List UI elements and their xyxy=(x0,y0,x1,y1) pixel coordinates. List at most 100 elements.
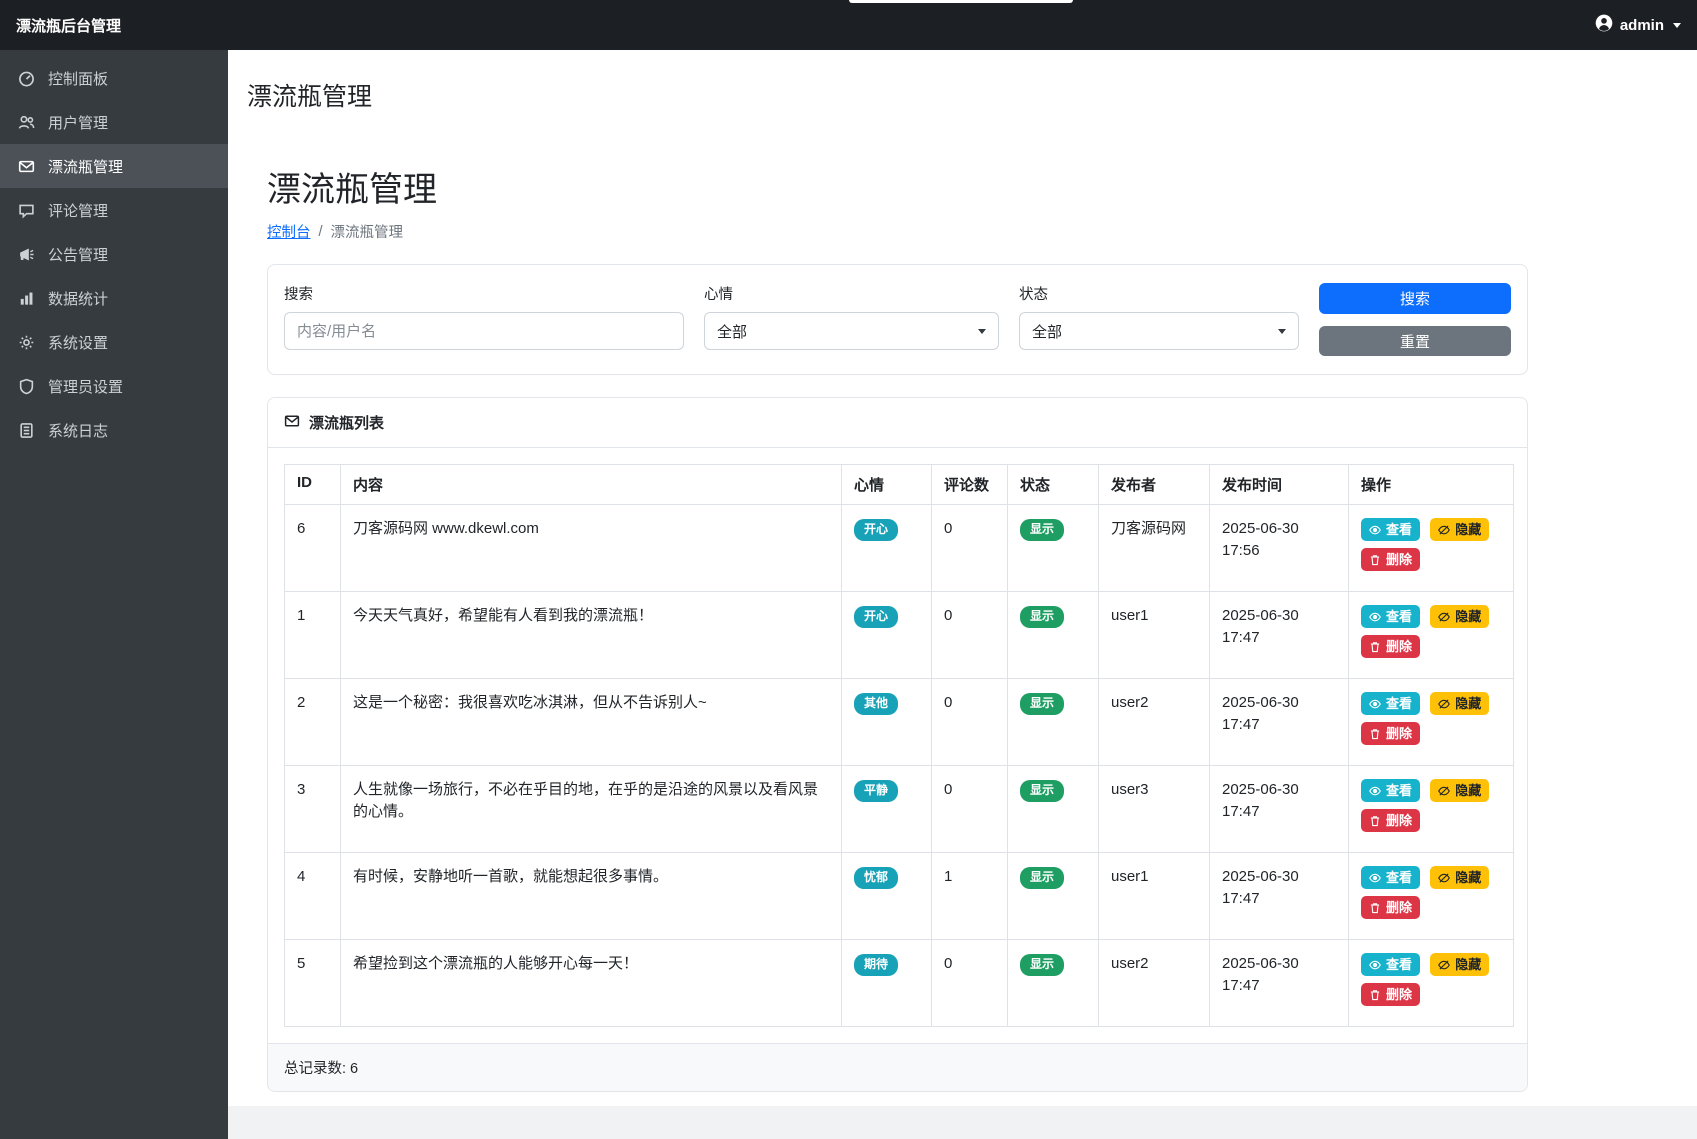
chevron-down-icon xyxy=(1673,23,1681,28)
col-comments: 评论数 xyxy=(932,465,1008,505)
status-badge: 显示 xyxy=(1020,780,1064,802)
sidebar-item-comments[interactable]: 评论管理 xyxy=(0,188,228,232)
status-badge: 显示 xyxy=(1020,606,1064,628)
sidebar-item-bottles[interactable]: 漂流瓶管理 xyxy=(0,144,228,188)
mood-badge: 开心 xyxy=(854,606,898,628)
breadcrumb-current: 漂流瓶管理 xyxy=(331,221,404,242)
app-brand: 漂流瓶后台管理 xyxy=(16,15,121,36)
delete-button[interactable]: 删除 xyxy=(1361,809,1420,832)
hide-button[interactable]: 隐藏 xyxy=(1430,518,1489,541)
gear-icon xyxy=(18,334,35,351)
search-button[interactable]: 搜索 xyxy=(1319,283,1511,314)
mood-badge: 期待 xyxy=(854,954,898,976)
cell-mood: 平静 xyxy=(842,766,932,853)
sidebar-item-label: 评论管理 xyxy=(48,200,108,221)
sidebar-item-announcements[interactable]: 公告管理 xyxy=(0,232,228,276)
cell-actions: 查看 隐藏 删除 xyxy=(1349,853,1514,940)
cell-comments: 0 xyxy=(932,505,1008,592)
delete-button[interactable]: 删除 xyxy=(1361,722,1420,745)
status-badge: 显示 xyxy=(1020,519,1064,541)
delete-button[interactable]: 删除 xyxy=(1361,983,1420,1006)
section-title: 漂流瓶管理 xyxy=(247,77,372,113)
card-title: 漂流瓶列表 xyxy=(309,412,384,433)
breadcrumb-home-link[interactable]: 控制台 xyxy=(267,221,311,242)
user-menu[interactable]: admin xyxy=(1595,14,1681,36)
status-select[interactable]: 全部 xyxy=(1019,312,1299,350)
main-header: 漂流瓶管理 xyxy=(228,50,1697,140)
mood-select[interactable]: 全部 xyxy=(704,312,999,350)
hide-button[interactable]: 隐藏 xyxy=(1430,605,1489,628)
sidebar-item-logs[interactable]: 系统日志 xyxy=(0,408,228,452)
cell-comments: 0 xyxy=(932,592,1008,679)
sidebar-item-admins[interactable]: 管理员设置 xyxy=(0,364,228,408)
cell-comments: 0 xyxy=(932,940,1008,1027)
col-mood: 心情 xyxy=(842,465,932,505)
sidebar-item-label: 数据统计 xyxy=(48,288,108,309)
view-button[interactable]: 查看 xyxy=(1361,866,1420,889)
cell-publisher: user2 xyxy=(1099,940,1210,1027)
table-row: 1 今天天气真好，希望能有人看到我的漂流瓶！ 开心 0 显示 user1 202… xyxy=(285,592,1514,679)
table-header-row: ID 内容 心情 评论数 状态 发布者 发布时间 操作 xyxy=(285,465,1514,505)
cell-mood: 开心 xyxy=(842,505,932,592)
cell-content: 人生就像一场旅行，不必在乎目的地，在乎的是沿途的风景以及看风景的心情。 xyxy=(341,766,842,853)
cell-content: 这是一个秘密：我很喜欢吃冰淇淋，但从不告诉别人~ xyxy=(341,679,842,766)
reset-button[interactable]: 重置 xyxy=(1319,326,1511,356)
delete-button[interactable]: 删除 xyxy=(1361,548,1420,571)
view-button[interactable]: 查看 xyxy=(1361,605,1420,628)
page-content: 漂流瓶管理 控制台 / 漂流瓶管理 搜索 心情 全部 xyxy=(228,140,1697,1106)
megaphone-icon xyxy=(18,246,35,263)
sidebar-item-settings[interactable]: 系统设置 xyxy=(0,320,228,364)
sidebar-item-label: 公告管理 xyxy=(48,244,108,265)
cell-actions: 查看 隐藏 删除 xyxy=(1349,940,1514,1027)
cell-mood: 开心 xyxy=(842,592,932,679)
col-status: 状态 xyxy=(1008,465,1099,505)
sidebar-item-statistics[interactable]: 数据统计 xyxy=(0,276,228,320)
card-header: 漂流瓶列表 xyxy=(268,398,1527,448)
sidebar-item-dashboard[interactable]: 控制面板 xyxy=(0,56,228,100)
view-button[interactable]: 查看 xyxy=(1361,953,1420,976)
journal-icon xyxy=(18,422,35,439)
cell-content: 刀客源码网 www.dkewl.com xyxy=(341,505,842,592)
table-row: 6 刀客源码网 www.dkewl.com 开心 0 显示 刀客源码网 2025… xyxy=(285,505,1514,592)
view-button[interactable]: 查看 xyxy=(1361,692,1420,715)
cell-time: 2025-06-30 17:47 xyxy=(1210,679,1349,766)
delete-button[interactable]: 删除 xyxy=(1361,635,1420,658)
mood-select-value: 全部 xyxy=(717,321,747,342)
cell-content: 今天天气真好，希望能有人看到我的漂流瓶！ xyxy=(341,592,842,679)
status-badge: 显示 xyxy=(1020,954,1064,976)
mood-badge: 开心 xyxy=(854,519,898,541)
search-input[interactable] xyxy=(284,312,684,350)
cell-status: 显示 xyxy=(1008,679,1099,766)
sidebar-item-label: 用户管理 xyxy=(48,112,108,133)
cell-status: 显示 xyxy=(1008,505,1099,592)
view-button[interactable]: 查看 xyxy=(1361,779,1420,802)
mood-badge: 平静 xyxy=(854,780,898,802)
cell-actions: 查看 隐藏 删除 xyxy=(1349,505,1514,592)
cell-comments: 1 xyxy=(932,853,1008,940)
status-badge: 显示 xyxy=(1020,867,1064,889)
envelope-icon xyxy=(284,413,300,433)
mood-label: 心情 xyxy=(704,283,999,304)
status-badge: 显示 xyxy=(1020,693,1064,715)
col-id: ID xyxy=(285,465,341,505)
hide-button[interactable]: 隐藏 xyxy=(1430,692,1489,715)
hide-button[interactable]: 隐藏 xyxy=(1430,779,1489,802)
col-actions: 操作 xyxy=(1349,465,1514,505)
hide-button[interactable]: 隐藏 xyxy=(1430,866,1489,889)
record-count: 总记录数: 6 xyxy=(268,1043,1527,1091)
delete-button[interactable]: 删除 xyxy=(1361,896,1420,919)
breadcrumb-separator: / xyxy=(319,224,323,240)
col-content: 内容 xyxy=(341,465,842,505)
cell-time: 2025-06-30 17:47 xyxy=(1210,853,1349,940)
cell-status: 显示 xyxy=(1008,592,1099,679)
username: admin xyxy=(1620,17,1664,34)
window-drag-indicator xyxy=(849,0,1073,3)
cell-actions: 查看 隐藏 删除 xyxy=(1349,679,1514,766)
keyword-label: 搜索 xyxy=(284,283,684,304)
bottle-table: ID 内容 心情 评论数 状态 发布者 发布时间 操作 xyxy=(284,464,1514,1027)
status-label: 状态 xyxy=(1019,283,1299,304)
view-button[interactable]: 查看 xyxy=(1361,518,1420,541)
cell-mood: 忧郁 xyxy=(842,853,932,940)
sidebar-item-users[interactable]: 用户管理 xyxy=(0,100,228,144)
hide-button[interactable]: 隐藏 xyxy=(1430,953,1489,976)
